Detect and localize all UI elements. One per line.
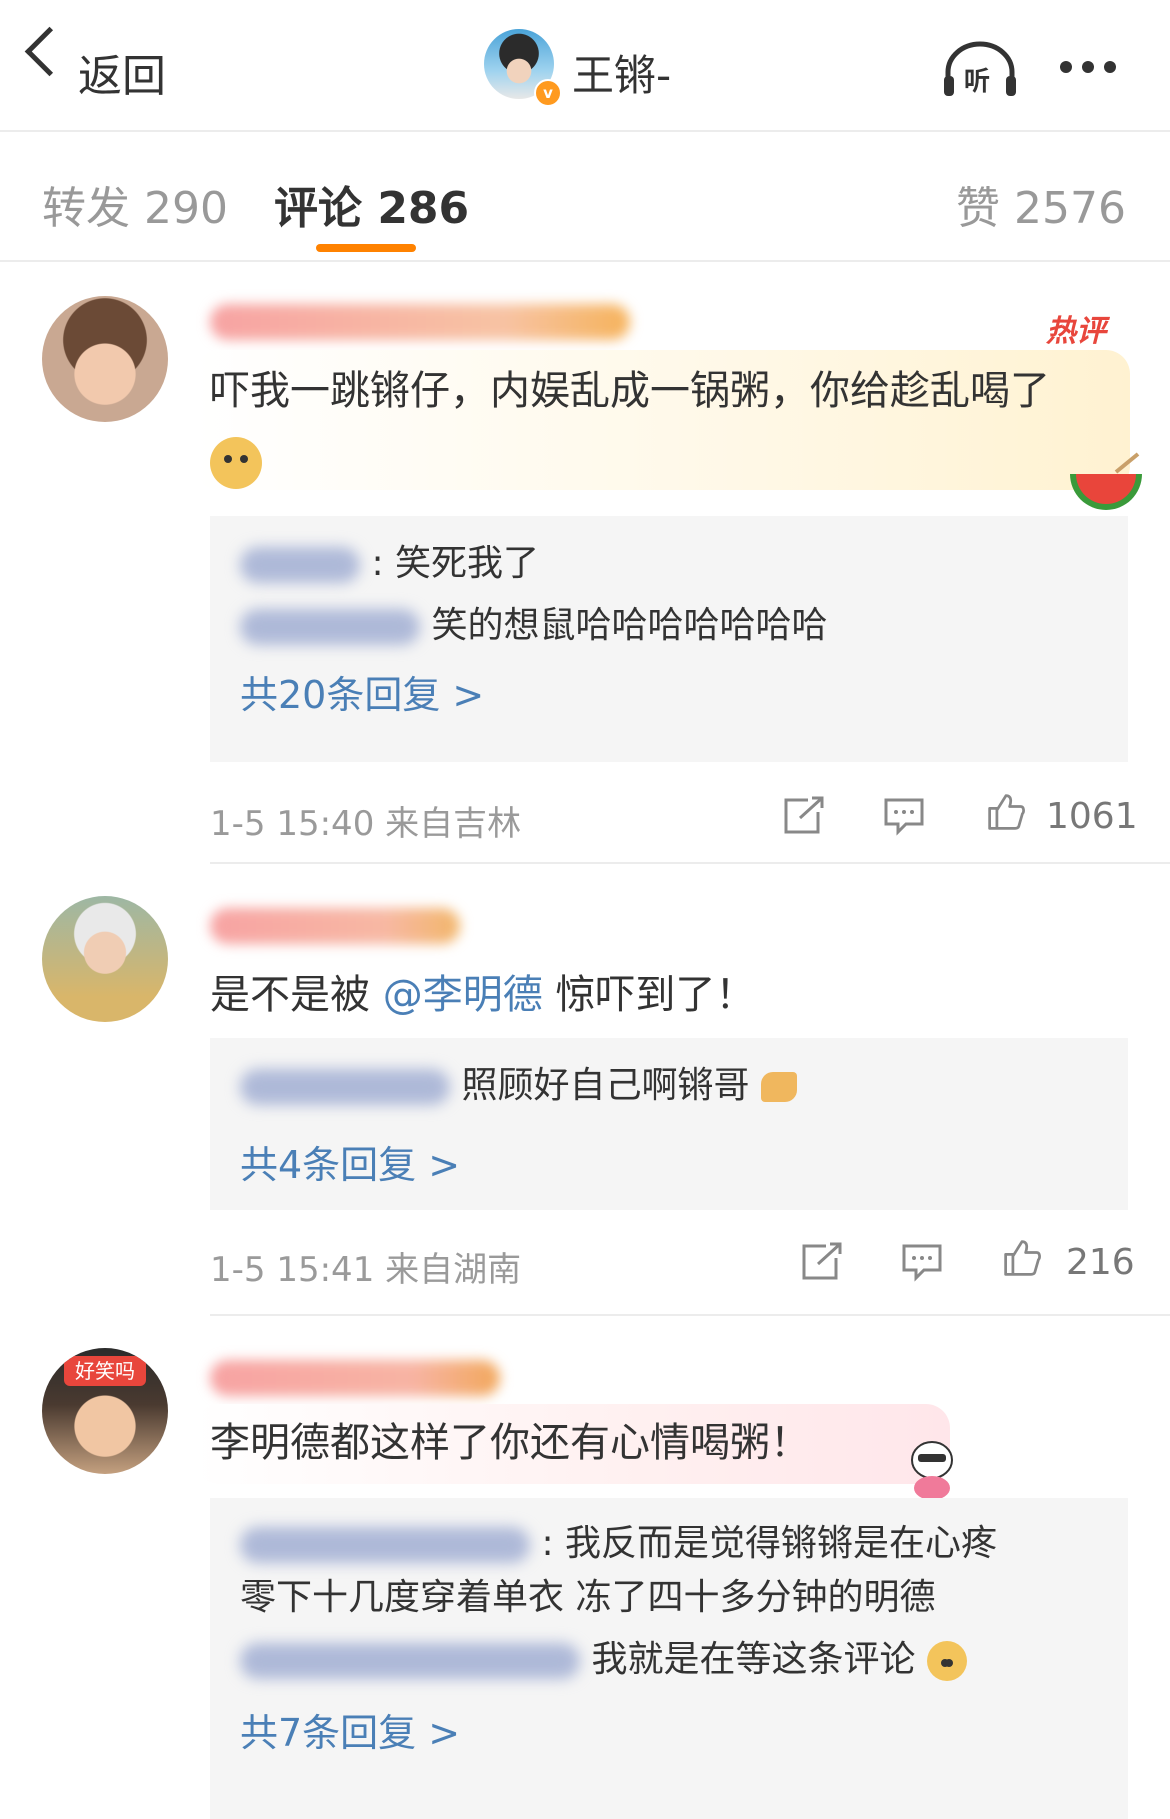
- comment-text-before: 是不是被: [210, 972, 370, 1018]
- doge-emoji-icon: [210, 437, 262, 489]
- reply-author-blurred: [240, 1643, 580, 1679]
- sticker-icon: [911, 1441, 953, 1500]
- comment-meta: 1-5 15:41 来自湖南: [210, 1242, 521, 1291]
- top-bar: 返回 v 王锵- 听: [0, 0, 1170, 132]
- commenter-avatar[interactable]: [42, 296, 168, 422]
- comment-item: 热评 吓我一跳锵仔，内娱乱成一锅粥，你给趁乱喝了 : 笑死我了 笑的想鼠哈哈哈哈…: [0, 262, 1170, 862]
- hot-comment-badge: 热评: [1046, 314, 1106, 349]
- share-icon[interactable]: [800, 1242, 844, 1282]
- tab-comment[interactable]: 评论 286: [274, 172, 469, 236]
- comment-item: 是不是被 @李明德 惊吓到了！ 照顾好自己啊锵哥 共4条回复 > 1-5 15:…: [0, 864, 1170, 1314]
- comment-location: 来自湖南: [385, 1250, 522, 1290]
- comment-item: 好笑吗 李明德都这样了你还有心情喝粥！ : 我反而是觉得锵锵是在心疼 零下十几度…: [0, 1316, 1170, 1819]
- tab-bar: 转发 290 评论 286 赞 2576: [0, 132, 1170, 262]
- like-thumb-icon[interactable]: [984, 792, 1028, 832]
- more-options-icon[interactable]: [1060, 58, 1130, 73]
- reply-preview-box[interactable]: : 笑死我了 笑的想鼠哈哈哈哈哈哈哈 共20条回复 >: [210, 516, 1128, 762]
- reply-text: 我反而是觉得锵锵是在心疼: [565, 1523, 998, 1564]
- reply-preview-box[interactable]: : 我反而是觉得锵锵是在心疼 零下十几度穿着单衣 冻了四十多分钟的明德 我就是在…: [210, 1498, 1128, 1819]
- mention-link[interactable]: @李明德: [383, 972, 543, 1018]
- comment-icon[interactable]: [900, 1242, 944, 1282]
- commenter-name-blurred[interactable]: [210, 304, 630, 340]
- verified-badge-icon: v: [534, 79, 562, 107]
- like-count: 1061: [1046, 796, 1138, 837]
- share-icon[interactable]: [782, 796, 826, 836]
- reply-line: 笑的想鼠哈哈哈哈哈哈哈: [240, 604, 827, 648]
- comment-icon[interactable]: [882, 796, 926, 836]
- reply-text: 笑死我了: [395, 543, 540, 584]
- flexed-biceps-emoji-icon: [760, 1072, 797, 1102]
- comment-text[interactable]: 李明德都这样了你还有心情喝粥！: [210, 1408, 950, 1478]
- commenter-name-blurred[interactable]: [210, 1360, 500, 1396]
- comment-text-after: 惊吓到了！: [555, 972, 756, 1018]
- commenter-name-blurred[interactable]: [210, 908, 460, 944]
- view-all-replies-link[interactable]: 共20条回复 >: [240, 664, 484, 719]
- reply-author-blurred: [240, 1527, 530, 1563]
- reply-author-blurred: [240, 1069, 450, 1105]
- owner-name[interactable]: 王锵-: [572, 42, 671, 103]
- back-chevron-icon[interactable]: [24, 26, 75, 77]
- active-tab-indicator: [316, 244, 416, 252]
- reply-line: 零下十几度穿着单衣 冻了四十多分钟的明德: [240, 1576, 935, 1620]
- reply-line: 照顾好自己啊锵哥: [240, 1064, 797, 1108]
- like-count: 216: [1066, 1242, 1135, 1283]
- view-all-replies-link[interactable]: 共4条回复 >: [240, 1134, 460, 1189]
- reply-line: 我就是在等这条评论: [240, 1638, 967, 1682]
- tab-repost[interactable]: 转发 290: [42, 172, 228, 236]
- comment-text-content: 吓我一跳锵仔，内娱乱成一锅粥，你给趁乱喝了: [210, 368, 1050, 414]
- reply-preview-box[interactable]: 照顾好自己啊锵哥 共4条回复 >: [210, 1038, 1128, 1210]
- reply-text: 零下十几度穿着单衣 冻了四十多分钟的明德: [240, 1577, 936, 1618]
- listen-label: 听: [964, 67, 990, 97]
- comment-location: 来自吉林: [385, 804, 522, 844]
- reply-line: : 笑死我了: [240, 542, 539, 586]
- tab-like[interactable]: 赞 2576: [956, 172, 1126, 236]
- doge-emoji-icon: [926, 1641, 967, 1681]
- listen-headphones-icon[interactable]: 听: [940, 40, 1020, 100]
- avatar-badge: 好笑吗: [64, 1356, 146, 1386]
- comment-text[interactable]: 吓我一跳锵仔，内娱乱成一锅粥，你给趁乱喝了: [210, 356, 1110, 496]
- commenter-avatar[interactable]: [42, 896, 168, 1022]
- comment-meta: 1-5 15:40 来自吉林: [210, 796, 521, 845]
- reply-author-blurred: [240, 547, 360, 583]
- watermelon-icon: [1070, 452, 1142, 510]
- reply-author-blurred: [240, 609, 420, 645]
- comment-text[interactable]: 是不是被 @李明德 惊吓到了！: [210, 960, 1110, 1030]
- back-button[interactable]: 返回: [78, 40, 166, 104]
- view-all-replies-link[interactable]: 共7条回复 >: [240, 1702, 460, 1757]
- reply-line: : 我反而是觉得锵锵是在心疼: [240, 1522, 997, 1566]
- reply-text: 笑的想鼠哈哈哈哈哈哈哈: [431, 605, 828, 646]
- comment-time: 1-5 15:41: [210, 1250, 375, 1290]
- commenter-avatar[interactable]: 好笑吗: [42, 1348, 168, 1474]
- reply-text: 我就是在等这条评论: [591, 1639, 916, 1680]
- comment-time: 1-5 15:40: [210, 804, 375, 844]
- like-thumb-icon[interactable]: [1000, 1238, 1044, 1278]
- reply-text: 照顾好自己啊锵哥: [461, 1065, 750, 1106]
